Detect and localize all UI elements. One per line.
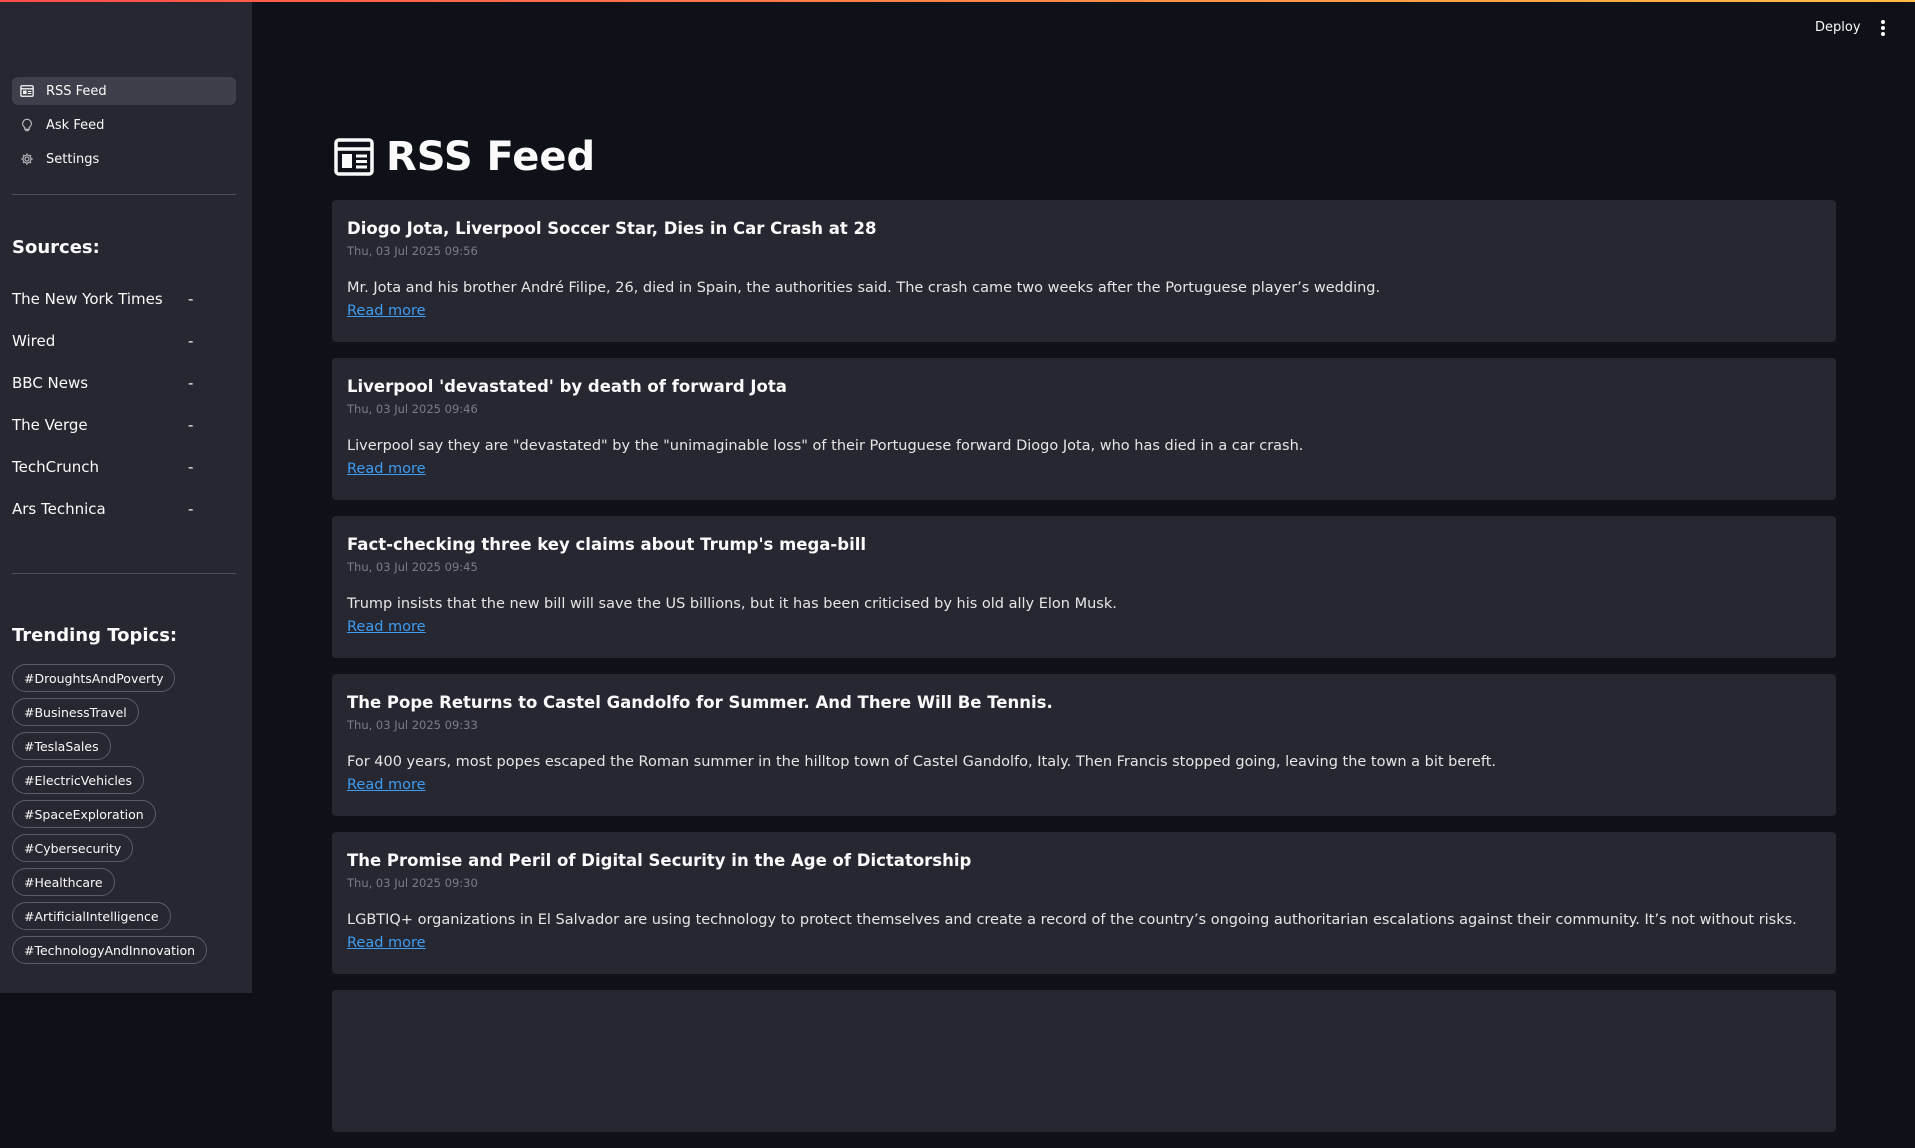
article-date: Thu, 03 Jul 2025 09:33 [347,718,478,732]
rss-feed-icon [334,137,374,177]
article-card-partial [332,990,1836,1132]
topic-tag[interactable]: #ArtificialIntelligence [12,902,171,930]
source-value: - [188,290,194,308]
sidebar-item-label: Ask Feed [46,117,105,133]
article-summary: Mr. Jota and his brother André Filipe, 2… [347,280,1381,296]
sidebar-item-rss-feed[interactable]: RSS Feed [12,77,236,105]
source-name: TechCrunch [12,458,100,476]
sidebar-item-settings[interactable]: Settings [12,145,236,173]
top-decoration-bar [0,0,1915,2]
article-date: Thu, 03 Jul 2025 09:30 [347,876,478,890]
article-card: Diogo Jota, Liverpool Soccer Star, Dies … [332,200,1836,342]
article-summary: LGBTIQ+ organizations in El Salvador are… [347,912,1797,928]
trending-tags: #DroughtsAndPoverty #BusinessTravel #Tes… [12,664,236,964]
article-date: Thu, 03 Jul 2025 09:46 [347,402,478,416]
article-summary: Trump insists that the new bill will sav… [347,596,1117,612]
read-more-link[interactable]: Read more [347,461,426,477]
topic-tag[interactable]: #DroughtsAndPoverty [12,664,176,692]
article-summary: For 400 years, most popes escaped the Ro… [347,754,1496,770]
source-item: The Verge - [12,404,236,446]
source-value: - [188,332,194,350]
source-name: BBC News [12,374,89,392]
sources-heading: Sources: [12,237,100,258]
source-value: - [188,500,194,518]
sidebar: RSS Feed Ask Feed Settings Sources: The … [0,0,252,993]
sidebar-nav: RSS Feed Ask Feed Settings [12,77,236,179]
source-name: Ars Technica [12,500,106,518]
article-card: Fact-checking three key claims about Tru… [332,516,1836,658]
source-item: BBC News - [12,362,236,404]
article-card: The Pope Returns to Castel Gandolfo for … [332,674,1836,816]
more-options-icon[interactable] [1879,20,1887,36]
article-title: The Pope Returns to Castel Gandolfo for … [347,693,1053,712]
read-more-link[interactable]: Read more [347,619,426,635]
article-date: Thu, 03 Jul 2025 09:45 [347,560,478,574]
sidebar-item-ask-feed[interactable]: Ask Feed [12,111,236,139]
source-value: - [188,458,194,476]
article-card: The Promise and Peril of Digital Securit… [332,832,1836,974]
topic-tag[interactable]: #TechnologyAndInnovation [12,936,208,964]
source-value: - [188,374,194,392]
trending-heading: Trending Topics: [12,625,178,646]
source-item: Wired - [12,320,236,362]
article-card: Liverpool 'devastated' by death of forwa… [332,358,1836,500]
article-title: Diogo Jota, Liverpool Soccer Star, Dies … [347,219,877,238]
source-name: Wired [12,332,56,350]
topic-tag[interactable]: #BusinessTravel [12,698,139,726]
article-date: Thu, 03 Jul 2025 09:56 [347,244,478,258]
page-title-text: RSS Feed [386,134,596,180]
topic-tag[interactable]: #Cybersecurity [12,834,134,862]
read-more-link[interactable]: Read more [347,303,426,319]
sources-list: The New York Times - Wired - BBC News - … [12,278,236,530]
sidebar-item-label: RSS Feed [46,83,107,99]
gear-icon [20,152,34,166]
source-name: The New York Times [12,290,163,308]
article-title: Liverpool 'devastated' by death of forwa… [347,377,787,396]
source-value: - [188,416,194,434]
ask-icon [20,118,34,132]
source-item: The New York Times - [12,278,236,320]
article-summary: Liverpool say they are "devastated" by t… [347,438,1304,454]
topic-tag[interactable]: #ElectricVehicles [12,766,145,794]
rss-feed-icon [20,84,34,98]
sidebar-divider [12,194,236,195]
source-item: TechCrunch - [12,446,236,488]
topic-tag[interactable]: #TeslaSales [12,732,111,760]
deploy-button[interactable]: Deploy [1815,20,1861,35]
sidebar-item-label: Settings [46,151,100,167]
page-title: RSS Feed [334,130,595,184]
topic-tag[interactable]: #Healthcare [12,868,115,896]
source-item: Ars Technica - [12,488,236,530]
sidebar-divider [12,573,236,574]
read-more-link[interactable]: Read more [347,777,426,793]
topic-tag[interactable]: #SpaceExploration [12,800,156,828]
feed-list: Diogo Jota, Liverpool Soccer Star, Dies … [332,200,1836,1148]
article-title: Fact-checking three key claims about Tru… [347,535,867,554]
article-title: The Promise and Peril of Digital Securit… [347,851,972,870]
read-more-link[interactable]: Read more [347,935,426,951]
source-name: The Verge [12,416,88,434]
